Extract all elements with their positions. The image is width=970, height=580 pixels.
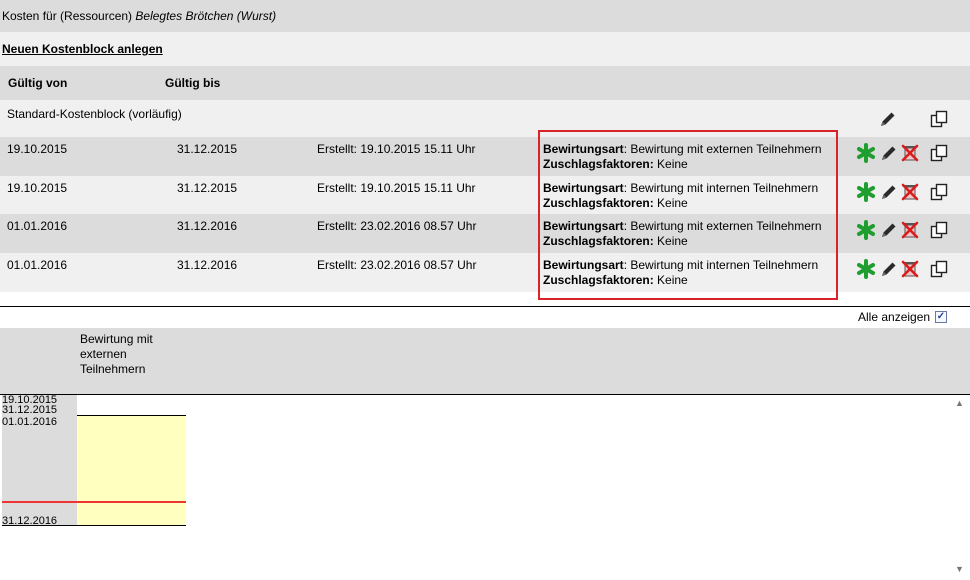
column-header-valid-from: Gültig von [8, 76, 68, 90]
created-cell: Erstellt: 23.02.2016 08.57 Uhr [317, 219, 477, 233]
asterisk-icon[interactable] [856, 182, 876, 202]
new-block-bar: Neuen Kostenblock anlegen [0, 32, 970, 66]
valid-to-cell: 31.12.2015 [177, 181, 238, 195]
resource-name: Belegtes Brötchen (Wurst) [135, 9, 277, 23]
valid-to-cell: 31.12.2016 [177, 258, 238, 272]
standard-block-label: Standard-Kostenblock (vorläufig) [7, 107, 182, 121]
pencil-icon[interactable] [879, 182, 899, 202]
valid-from-cell: 01.01.2016 [7, 219, 68, 233]
page-title: Kosten für (Ressourcen) Belegtes Brötche… [2, 9, 276, 23]
pencil-icon[interactable] [879, 220, 899, 240]
column-header-valid-to: Gültig bis [165, 76, 221, 90]
show-all-label: Alle anzeigen [858, 310, 931, 324]
axis-label: 31.12.2016 [2, 515, 58, 527]
pencil-icon[interactable] [878, 109, 898, 129]
new-cost-block-link[interactable]: Neuen Kostenblock anlegen [2, 42, 163, 56]
timeline-bar[interactable] [77, 416, 186, 526]
scroll-down-arrow[interactable]: ▼ [955, 564, 964, 574]
table-header: Gültig von Gültig bis [0, 66, 970, 100]
copy-icon[interactable] [929, 143, 949, 163]
axis-label: 01.01.2016 [2, 416, 58, 428]
copy-icon[interactable] [929, 220, 949, 240]
pencil-icon[interactable] [879, 259, 899, 279]
copy-icon[interactable] [929, 259, 949, 279]
title-prefix: Kosten für (Ressourcen) [2, 9, 133, 23]
pencil-icon[interactable] [879, 143, 899, 163]
scroll-up-arrow[interactable]: ▲ [955, 398, 964, 408]
valid-from-cell: 19.10.2015 [7, 181, 68, 195]
valid-from-cell: 19.10.2015 [7, 142, 68, 156]
show-all-checkbox[interactable]: ✓ [935, 311, 947, 323]
timeline-header: Bewirtung mit externen Teilnehmern [0, 328, 970, 394]
valid-to-cell: 31.12.2016 [177, 219, 238, 233]
delete-icon[interactable] [900, 182, 920, 202]
today-marker-line [2, 501, 186, 503]
delete-icon[interactable] [900, 259, 920, 279]
created-cell: Erstellt: 19.10.2015 15.11 Uhr [317, 181, 476, 195]
copy-icon[interactable] [929, 182, 949, 202]
highlight-box [538, 130, 838, 300]
created-cell: Erstellt: 19.10.2015 15.11 Uhr [317, 142, 476, 156]
delete-icon[interactable] [900, 143, 920, 163]
separator-line [0, 306, 970, 307]
timeline-bar-top-line [77, 415, 186, 416]
asterisk-icon[interactable] [856, 143, 876, 163]
timeline-top-line [0, 394, 970, 395]
axis-label: 31.12.2015 [2, 404, 58, 416]
delete-icon[interactable] [900, 220, 920, 240]
asterisk-icon[interactable] [856, 220, 876, 240]
valid-to-cell: 31.12.2015 [177, 142, 238, 156]
title-bar: Kosten für (Ressourcen) Belegtes Brötche… [0, 0, 970, 32]
valid-from-cell: 01.01.2016 [7, 258, 68, 272]
timeline-column-label: Bewirtung mit externen Teilnehmern [80, 332, 153, 376]
created-cell: Erstellt: 23.02.2016 08.57 Uhr [317, 258, 477, 272]
copy-icon[interactable] [929, 109, 949, 129]
asterisk-icon[interactable] [856, 259, 876, 279]
